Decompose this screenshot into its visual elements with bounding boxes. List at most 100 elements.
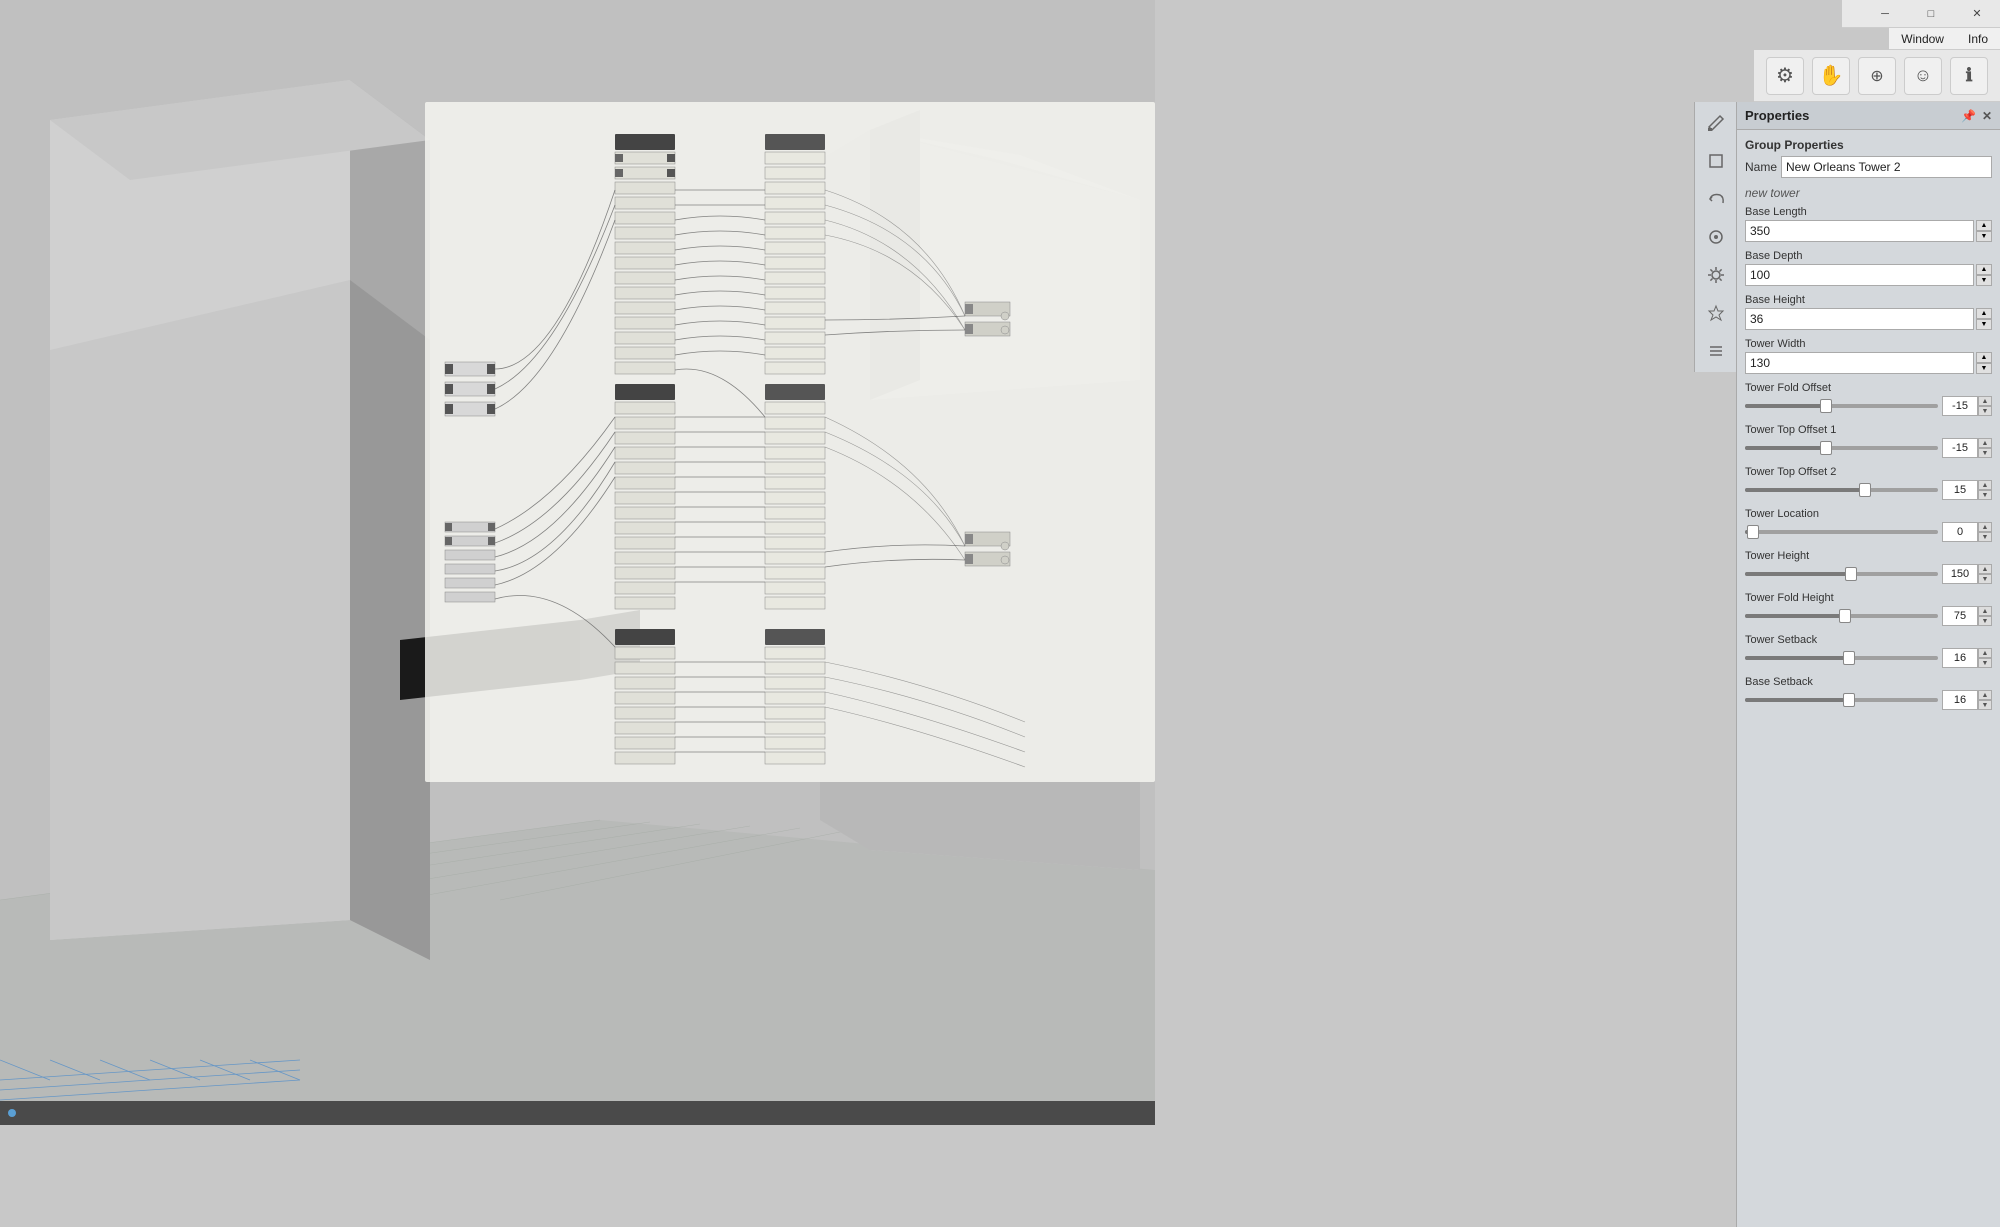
tower-setback-down[interactable]: ▼ (1978, 658, 1992, 668)
tower-setback-label: Tower Setback (1745, 634, 1992, 646)
base-depth-up[interactable]: ▲ (1976, 264, 1992, 275)
tower-location-row: Tower Location 0 ▲ ▼ (1745, 508, 1992, 542)
sidebar-icon-select[interactable] (1699, 144, 1733, 178)
base-setback-value: 16 (1942, 690, 1978, 710)
tower-fold-offset-row: Tower Fold Offset -15 ▲ ▼ (1745, 382, 1992, 416)
tower-top-offset2-up[interactable]: ▲ (1978, 480, 1992, 490)
tower-height-value: 150 (1942, 564, 1978, 584)
tower-top-offset2-value: 15 (1942, 480, 1978, 500)
hand-tool-button[interactable]: ✋ (1812, 57, 1850, 95)
tower-width-up[interactable]: ▲ (1976, 352, 1992, 363)
menu-info[interactable]: Info (1964, 30, 1992, 48)
base-height-up[interactable]: ▲ (1976, 308, 1992, 319)
tower-width-down[interactable]: ▼ (1976, 363, 1992, 374)
tower-top-offset2-down[interactable]: ▼ (1978, 490, 1992, 500)
menu-bar: Window Info (1889, 28, 2000, 50)
status-indicator (8, 1109, 16, 1117)
tower-fold-height-up[interactable]: ▲ (1978, 606, 1992, 616)
tower-fold-height-value: 75 (1942, 606, 1978, 626)
base-setback-down[interactable]: ▼ (1978, 700, 1992, 710)
tower-fold-offset-slider[interactable] (1745, 396, 1938, 416)
settings-tool-button[interactable]: ⚙ (1766, 57, 1804, 95)
base-setback-up[interactable]: ▲ (1978, 690, 1992, 700)
tower-fold-offset-value: -15 (1942, 396, 1978, 416)
tower-top-offset2-label: Tower Top Offset 2 (1745, 466, 1992, 478)
maximize-button[interactable]: □ (1908, 0, 1954, 28)
hand-icon: ✋ (1819, 63, 1844, 88)
properties-title: Properties (1745, 108, 1809, 123)
group-properties-label: Group Properties (1745, 138, 1992, 152)
tower-fold-height-slider[interactable] (1745, 606, 1938, 626)
tower-top-offset1-down[interactable]: ▼ (1978, 448, 1992, 458)
name-input[interactable] (1781, 156, 1992, 178)
info-tool-button[interactable]: ℹ (1950, 57, 1988, 95)
tower-height-row: Tower Height 150 ▲ ▼ (1745, 550, 1992, 584)
tower-location-up[interactable]: ▲ (1978, 522, 1992, 532)
settings-icon: ⚙ (1776, 63, 1794, 88)
tower-top-offset1-slider[interactable] (1745, 438, 1938, 458)
base-height-row: Base Height ▲ ▼ (1745, 294, 1992, 330)
tower-setback-value: 16 (1942, 648, 1978, 668)
base-height-down[interactable]: ▼ (1976, 319, 1992, 330)
tower-setback-slider[interactable] (1745, 648, 1938, 668)
person-icon: ☺ (1914, 65, 1932, 86)
tower-fold-height-label: Tower Fold Height (1745, 592, 1992, 604)
base-length-row: Base Length ▲ ▼ (1745, 206, 1992, 242)
tower-width-label: Tower Width (1745, 338, 1992, 350)
tower-width-input[interactable] (1745, 352, 1974, 374)
tower-height-slider[interactable] (1745, 564, 1938, 584)
node-graph[interactable] (425, 102, 1155, 782)
info-icon: ℹ (1966, 65, 1973, 86)
tower-height-down[interactable]: ▼ (1978, 574, 1992, 584)
sidebar-icon-list[interactable] (1699, 334, 1733, 368)
viewport[interactable] (0, 0, 1155, 1125)
tower-top-offset2-slider[interactable] (1745, 480, 1938, 500)
tower-location-slider[interactable] (1745, 522, 1938, 542)
sidebar-icon-settings2[interactable] (1699, 258, 1733, 292)
base-setback-slider[interactable] (1745, 690, 1938, 710)
tower-top-offset1-row: Tower Top Offset 1 -15 ▲ ▼ (1745, 424, 1992, 458)
sidebar-icon-undo[interactable] (1699, 182, 1733, 216)
base-height-input[interactable] (1745, 308, 1974, 330)
base-length-input[interactable] (1745, 220, 1974, 242)
sidebar-icon-view[interactable] (1699, 220, 1733, 254)
name-row: Name (1745, 156, 1992, 178)
sidebar-icon-star[interactable] (1699, 296, 1733, 330)
tower-location-down[interactable]: ▼ (1978, 532, 1992, 542)
minimize-button[interactable]: ─ (1862, 0, 1908, 28)
sidebar-icons (1694, 102, 1736, 372)
base-depth-down[interactable]: ▼ (1976, 275, 1992, 286)
tower-fold-height-down[interactable]: ▼ (1978, 616, 1992, 626)
properties-panel: Properties 📌 ✕ Group Properties Name new… (1736, 102, 2000, 1227)
base-depth-row: Base Depth ▲ ▼ (1745, 250, 1992, 286)
tower-top-offset2-row: Tower Top Offset 2 15 ▲ ▼ (1745, 466, 1992, 500)
tower-top-offset1-label: Tower Top Offset 1 (1745, 424, 1992, 436)
tower-fold-offset-up[interactable]: ▲ (1978, 396, 1992, 406)
tower-setback-row: Tower Setback 16 ▲ ▼ (1745, 634, 1992, 668)
base-length-down[interactable]: ▼ (1976, 231, 1992, 242)
title-bar: ─ □ ✕ (1842, 0, 2000, 28)
sidebar-icon-edit[interactable] (1699, 106, 1733, 140)
tower-height-up[interactable]: ▲ (1978, 564, 1992, 574)
base-setback-label: Base Setback (1745, 676, 1992, 688)
tower-top-offset1-up[interactable]: ▲ (1978, 438, 1992, 448)
tower-location-label: Tower Location (1745, 508, 1992, 520)
base-setback-row: Base Setback 16 ▲ ▼ (1745, 676, 1992, 710)
close-panel-icon[interactable]: ✕ (1982, 109, 1992, 123)
tower-setback-up[interactable]: ▲ (1978, 648, 1992, 658)
base-length-up[interactable]: ▲ (1976, 220, 1992, 231)
tower-height-label: Tower Height (1745, 550, 1992, 562)
person-tool-button[interactable]: ☺ (1904, 57, 1942, 95)
base-depth-input[interactable] (1745, 264, 1974, 286)
status-bar (0, 1101, 1155, 1125)
tower-fold-offset-down[interactable]: ▼ (1978, 406, 1992, 416)
base-depth-label: Base Depth (1745, 250, 1992, 262)
properties-content: Group Properties Name new tower Base Len… (1737, 130, 2000, 1227)
share-tool-button[interactable]: ⊕ (1858, 57, 1896, 95)
tower-top-offset1-value: -15 (1942, 438, 1978, 458)
pin-icon[interactable]: 📌 (1961, 109, 1976, 123)
menu-window[interactable]: Window (1897, 30, 1948, 48)
close-button[interactable]: ✕ (1954, 0, 2000, 28)
tower-fold-offset-label: Tower Fold Offset (1745, 382, 1992, 394)
tower-fold-height-row: Tower Fold Height 75 ▲ ▼ (1745, 592, 1992, 626)
